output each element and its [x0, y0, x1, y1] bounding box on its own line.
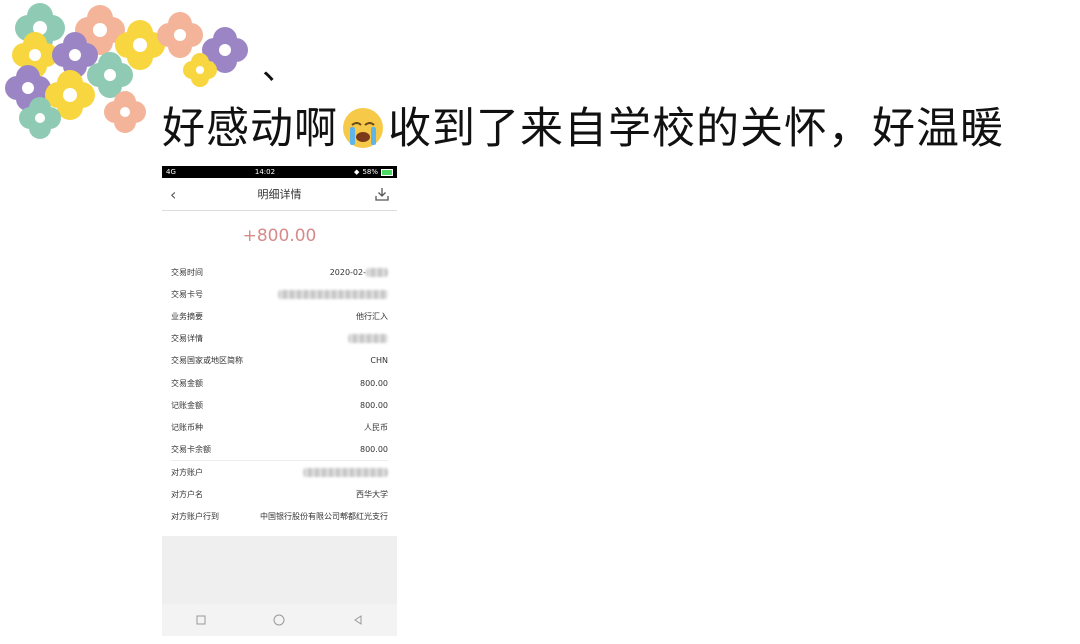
download-icon[interactable] — [369, 187, 389, 201]
row-value — [278, 289, 388, 299]
row-label: 记账币种 — [171, 422, 203, 432]
transaction-amount: +800.00 — [242, 226, 317, 246]
detail-row: 对方户名 西华大学 — [171, 483, 388, 505]
status-bar: 4G 14:02 ◆ 58% — [162, 166, 397, 178]
crying-face-icon — [343, 107, 383, 148]
redacted-blur — [303, 467, 388, 477]
detail-list: 交易时间 2020-02- 交易卡号 业务摘要 他行汇入 交易详情 交易国家或地区简… — [162, 261, 397, 527]
redacted-blur — [366, 267, 388, 277]
row-label: 交易国家或地区简称 — [171, 356, 243, 365]
detail-row: 交易国家或地区简称 CHN — [171, 349, 388, 372]
caption-text-end: 收到了来自学校的关怀，好温暖 — [388, 104, 1004, 154]
row-label: 对方账户 — [171, 467, 203, 477]
row-label: 交易卡余额 — [171, 444, 211, 454]
detail-row: 交易详情 — [171, 327, 388, 349]
detail-row: 对方账户 — [171, 461, 388, 483]
recent-apps-icon[interactable] — [191, 610, 211, 630]
row-value: 800.00 — [360, 378, 388, 388]
row-label: 交易时间 — [171, 267, 203, 277]
row-value: 2020-02- — [330, 267, 388, 277]
home-icon[interactable] — [269, 610, 289, 630]
row-value: 人民币 — [364, 422, 388, 432]
detail-row: 交易卡余额 800.00 — [171, 438, 388, 460]
redacted-blur — [348, 333, 388, 343]
row-label: 交易卡号 — [171, 289, 203, 299]
empty-area — [162, 536, 397, 604]
row-label: 交易金额 — [171, 378, 203, 388]
row-value: 西华大学 — [356, 489, 388, 499]
status-time: 14:02 — [254, 168, 276, 176]
detail-row: 记账币种 人民币 — [171, 416, 388, 438]
signal-indicator: 4G — [166, 168, 176, 176]
row-value: CHN — [370, 356, 388, 365]
row-value: 800.00 — [360, 400, 388, 410]
row-label: 业务摘要 — [171, 311, 203, 321]
page-title: 明细详情 — [257, 188, 302, 201]
detail-row: 对方账户行到 中国银行股份有限公司郫都红光支行 — [171, 505, 388, 527]
detail-row: 记账金额 800.00 — [171, 394, 388, 416]
wifi-icon: ◆ — [354, 168, 360, 176]
battery-icon — [381, 168, 393, 176]
row-value: 中国银行股份有限公司郫都红光支行 — [260, 511, 388, 521]
row-label: 对方户名 — [171, 489, 203, 499]
back-icon[interactable] — [348, 610, 368, 630]
status-right: ◆ 58% — [354, 168, 393, 176]
row-value: 800.00 — [360, 444, 388, 454]
detail-row: 交易时间 2020-02- — [171, 261, 388, 283]
caption-text-start: 好感动啊 — [162, 104, 338, 154]
row-value — [348, 333, 388, 343]
android-nav-bar — [162, 604, 397, 636]
detail-row: 交易卡号 — [171, 283, 388, 305]
row-label: 对方账户行到 — [171, 511, 219, 521]
post-caption: 好感动啊 收到了来自学校的关怀，好温暖 — [162, 94, 1004, 156]
battery-percent: 58% — [362, 168, 378, 176]
heading-punctuation: 、 — [262, 48, 296, 88]
row-label: 交易详情 — [171, 333, 203, 343]
back-arrow-icon[interactable]: ‹ — [170, 185, 190, 204]
nav-header: ‹ 明细详情 — [162, 178, 397, 211]
detail-row: 交易金额 800.00 — [171, 372, 388, 394]
bank-app-screenshot: 4G 14:02 ◆ 58% ‹ 明细详情 +800.00 交易时间 2020-0… — [162, 166, 397, 636]
row-label: 记账金额 — [171, 400, 203, 410]
detail-row: 业务摘要 他行汇入 — [171, 305, 388, 327]
row-value: 他行汇入 — [356, 311, 388, 321]
redacted-blur — [278, 289, 388, 299]
row-value — [303, 467, 388, 477]
